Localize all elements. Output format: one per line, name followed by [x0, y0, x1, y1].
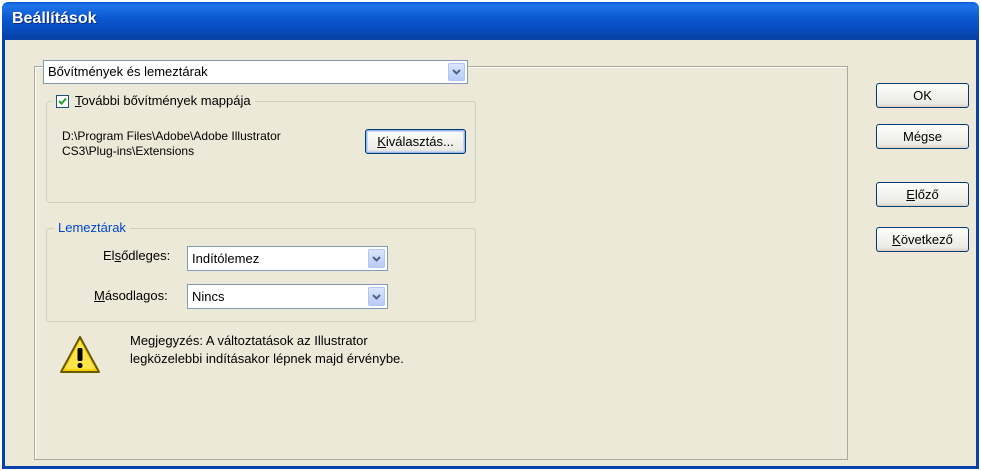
- title-bar[interactable]: Beállítások: [2, 2, 979, 36]
- secondary-disk-select[interactable]: Nincs: [187, 284, 388, 309]
- scratch-disks-title: Lemeztárak: [54, 220, 130, 236]
- next-button[interactable]: Következő: [876, 227, 969, 252]
- choose-folder-button[interactable]: Kiválasztás...: [365, 129, 466, 154]
- note-line2: legközelebbi indításakor lépnek majd érv…: [130, 351, 404, 366]
- primary-disk-value: Indítólemez: [192, 251, 260, 266]
- primary-disk-select[interactable]: Indítólemez: [187, 246, 388, 271]
- plugins-folder-label: További bővítmények mappája: [75, 93, 251, 108]
- secondary-disk-value: Nincs: [192, 289, 225, 304]
- plugins-path-line2: CS3\Plug-ins\Extensions: [62, 144, 195, 158]
- category-select[interactable]: Bővítmények és lemeztárak: [43, 60, 468, 84]
- window-title: Beállítások: [12, 10, 97, 27]
- previous-button[interactable]: Előző: [876, 182, 969, 207]
- plugins-folder-checkbox[interactable]: [56, 95, 69, 108]
- plugins-path-line1: D:\Program Files\Adobe\Adobe Illustrator: [62, 129, 281, 143]
- ok-button[interactable]: OK: [876, 83, 969, 108]
- secondary-disk-label: Másodlagos:: [94, 288, 168, 303]
- warning-icon: [59, 335, 101, 375]
- chevron-down-icon[interactable]: [368, 249, 385, 268]
- category-select-value: Bővítmények és lemeztárak: [48, 64, 208, 79]
- chevron-down-icon[interactable]: [448, 63, 465, 81]
- chevron-down-icon[interactable]: [368, 287, 385, 306]
- primary-disk-label: Elsődleges:: [103, 248, 171, 263]
- checkmark-icon: [58, 97, 67, 105]
- cancel-button[interactable]: Mégse: [876, 124, 969, 149]
- note-line1: Megjegyzés: A változtatások az Illustrat…: [130, 333, 368, 348]
- plugins-folder-toggle[interactable]: További bővítmények mappája: [52, 93, 255, 109]
